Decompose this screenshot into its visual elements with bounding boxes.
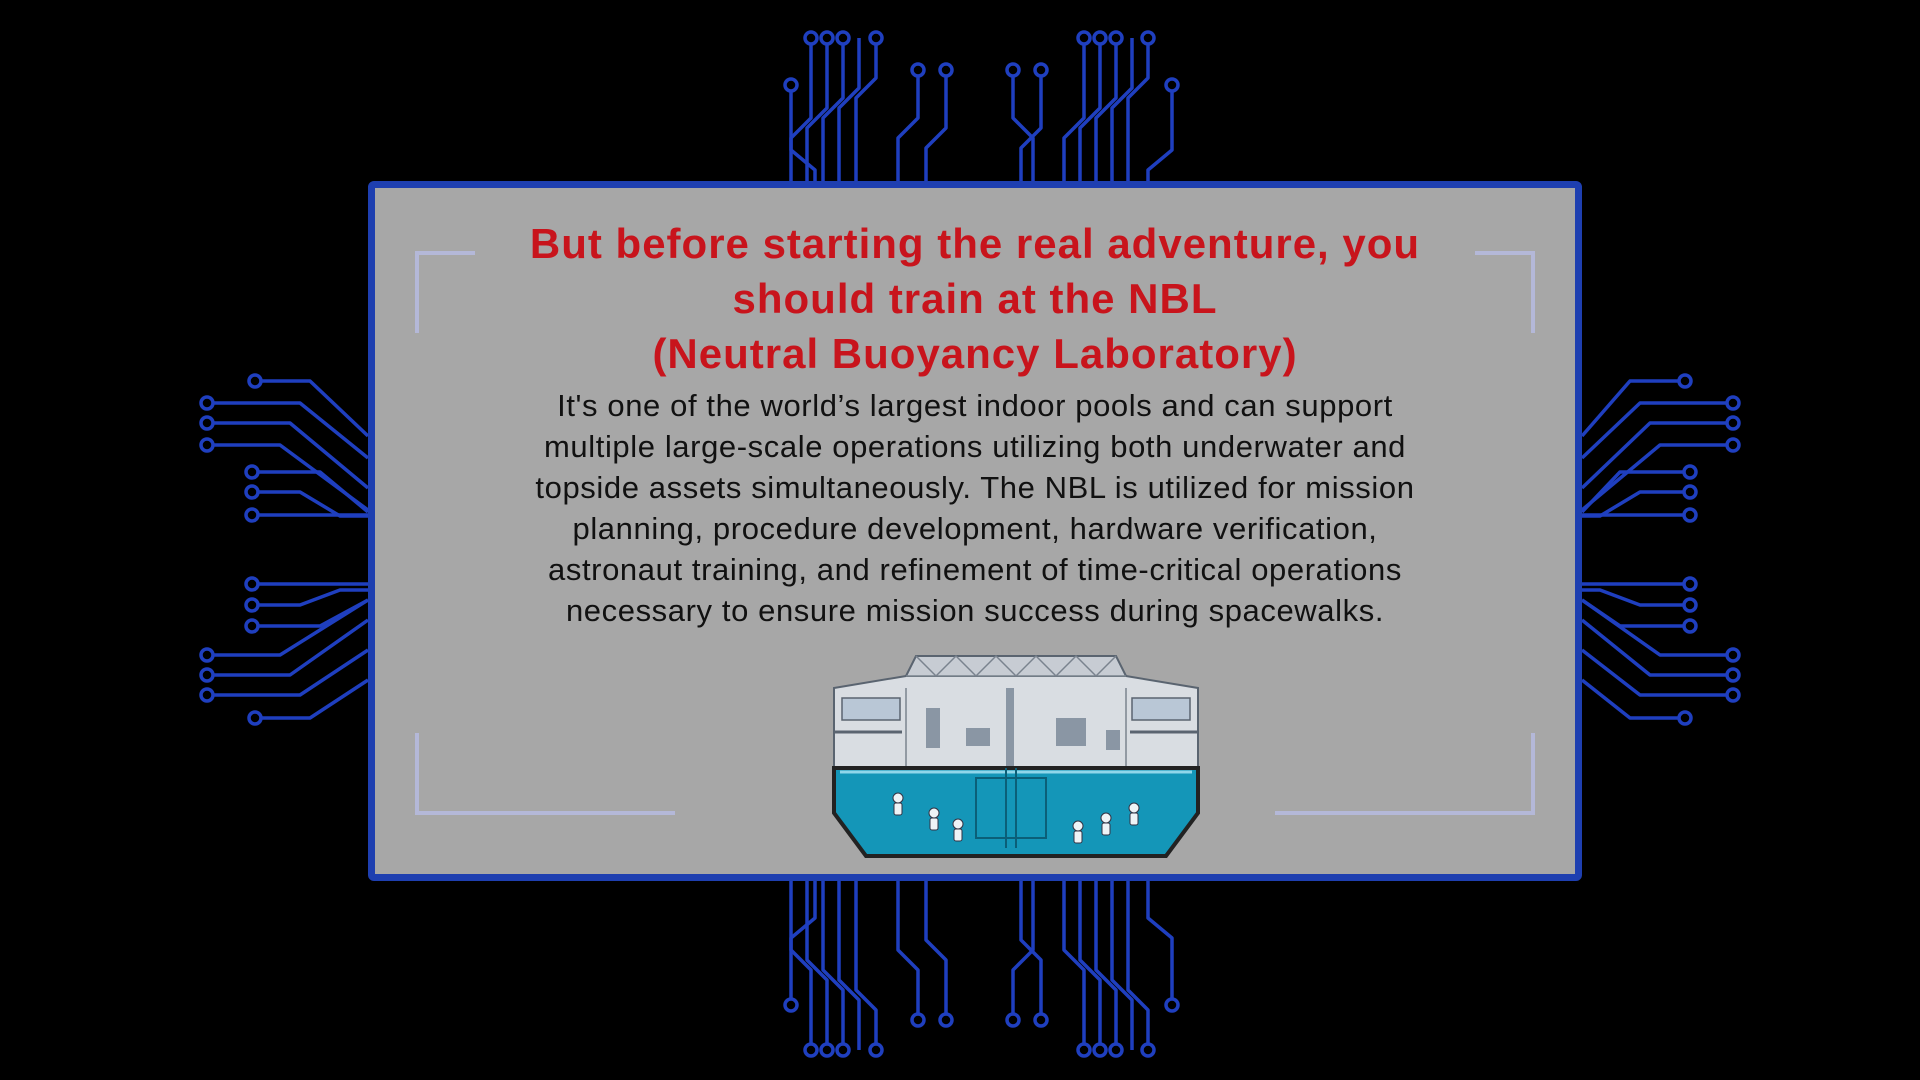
dialog-title-line: (Neutral Buoyancy Laboratory) bbox=[652, 330, 1298, 377]
dialog-body-line: It's one of the world’s largest indoor p… bbox=[557, 388, 1393, 423]
dialog-title-line: But before starting the real adventure, … bbox=[529, 220, 1421, 267]
dialog-body-line: planning, procedure development, hardwar… bbox=[572, 511, 1378, 546]
info-dialog: But before starting the real adventure, … bbox=[368, 181, 1582, 881]
dialog-title-line: should train at the NBL bbox=[732, 275, 1218, 322]
game-screen: But before starting the real adventure, … bbox=[0, 0, 1920, 1080]
dialog-title: But before starting the real adventure, … bbox=[375, 216, 1575, 381]
dialog-body-text: It's one of the world’s largest indoor p… bbox=[435, 385, 1515, 631]
dialog-body-line: topside assets simultaneously. The NBL i… bbox=[535, 470, 1415, 505]
dialog-body-line: astronaut training, and refinement of ti… bbox=[548, 552, 1402, 587]
neutral-buoyancy-pool-illustration bbox=[832, 654, 1200, 858]
dialog-body-line: multiple large-scale operations utilizin… bbox=[543, 429, 1407, 464]
dialog-body-line: necessary to ensure mission success duri… bbox=[565, 593, 1385, 628]
